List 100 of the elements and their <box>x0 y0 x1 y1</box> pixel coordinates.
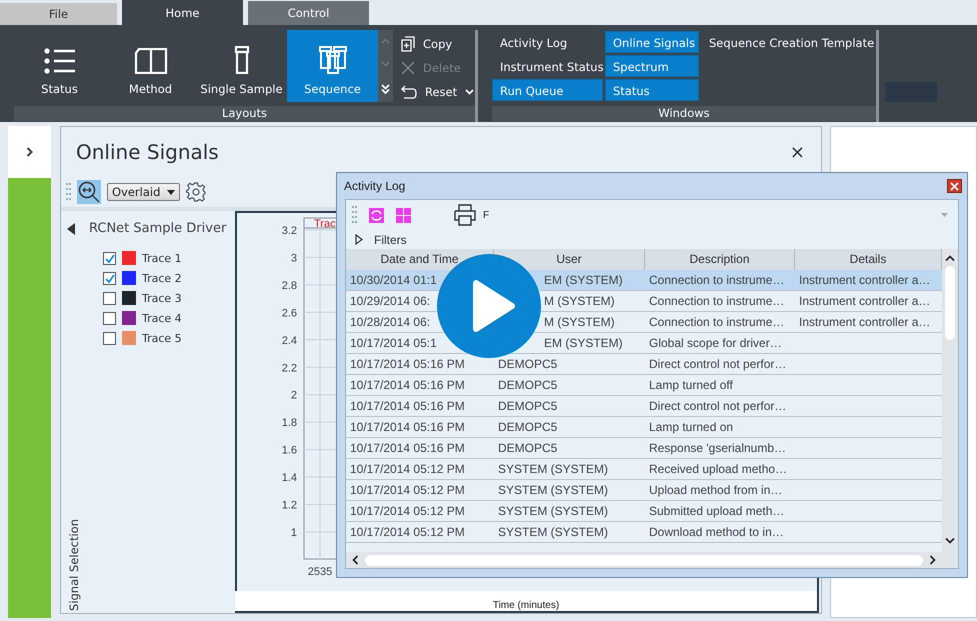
settings-icon[interactable] <box>186 182 206 202</box>
side-tab[interactable]: Signal Selection <box>67 517 81 613</box>
vial-icon <box>234 46 250 74</box>
trace-label: Trace 2 <box>142 272 182 284</box>
trace-label: Trace 3 <box>142 292 182 304</box>
ribbon-button[interactable]: Method <box>105 30 196 102</box>
table-cell-text: DEMOPC5 <box>497 398 558 415</box>
horizontal-scrollbar[interactable] <box>346 552 942 568</box>
table-cell-text: EM (SYSTEM) <box>543 335 624 352</box>
y-tick-label: 1.4 <box>282 472 297 484</box>
close-button[interactable]: × <box>790 142 805 162</box>
zoom-button[interactable] <box>77 180 101 204</box>
table-cell-text: Connection to instrume… <box>648 293 786 310</box>
table-cell-text: Connection to instrume… <box>648 272 786 289</box>
ribbon-button[interactable]: Status <box>14 30 105 102</box>
window-toggle[interactable]: Instrument Status <box>492 55 603 77</box>
scroll-thumb[interactable] <box>365 554 923 566</box>
group-label: Windows <box>492 106 876 121</box>
y-tick-label: 2 <box>290 390 297 402</box>
caret-icon <box>167 190 175 194</box>
table-cell-text: Instrument controller a… <box>798 272 932 289</box>
table-cell-text: DEMOPC5 <box>497 440 558 457</box>
table-cell-text: Received upload metho… <box>648 461 788 478</box>
panel-title: Online Signals <box>76 140 219 164</box>
list-icon <box>44 48 76 74</box>
column-header[interactable]: Description <box>645 249 795 270</box>
trace-checkbox[interactable] <box>103 332 116 344</box>
close-button[interactable] <box>947 179 962 193</box>
scroll-up-icon[interactable] <box>945 255 955 262</box>
vertical-scrollbar[interactable] <box>942 249 958 568</box>
axis-title: Time (minutes) <box>492 600 560 611</box>
ribbon-action[interactable]: Copy <box>401 34 474 53</box>
window-toggle[interactable]: Run Queue <box>492 79 603 101</box>
filters-expander[interactable]: Filters <box>346 230 958 249</box>
scroll-left-icon[interactable] <box>352 555 359 566</box>
column-header[interactable]: Details <box>795 249 942 270</box>
x-tick-label: 2535 <box>308 566 332 578</box>
copy-icon <box>401 36 415 52</box>
expand-triangle-icon <box>355 234 363 245</box>
trace-checkbox[interactable] <box>103 252 116 264</box>
table-cell-text: 10/28/2014 06: <box>349 314 432 331</box>
refresh-icon[interactable] <box>369 208 384 222</box>
table-cell-text: 10/17/2014 05:1 <box>349 335 438 352</box>
book-icon <box>134 48 168 74</box>
toolbar-text: F <box>483 210 490 220</box>
table-cell-text: DEMOPC5 <box>497 377 558 394</box>
window-toggle[interactable]: Spectrum <box>605 55 699 77</box>
trace-checkbox[interactable] <box>103 272 116 284</box>
table-cell-text: Lamp turned on <box>648 419 734 436</box>
gallery-scroll[interactable] <box>378 30 393 102</box>
ribbon-tab[interactable]: Control <box>248 1 369 25</box>
y-tick-label: 2.8 <box>282 280 297 292</box>
column-header[interactable]: User <box>494 249 645 270</box>
window-toggle[interactable]: Status <box>605 79 699 101</box>
return-arrow-icon <box>401 84 417 98</box>
table-cell-text: Instrument controller a… <box>798 293 932 310</box>
double-down-icon <box>381 84 390 94</box>
table-cell-text: Submitted upload meth… <box>648 503 786 520</box>
ribbon-action[interactable]: Reset <box>401 82 474 101</box>
table-cell-text: 10/17/2014 05:12 PM <box>349 461 466 478</box>
y-tick-label: 1.8 <box>282 417 297 430</box>
ribbon-tab[interactable]: Home <box>122 0 243 25</box>
window-toggle[interactable]: Activity Log <box>492 31 603 53</box>
ribbon-tab[interactable]: File <box>0 3 117 25</box>
scroll-thumb[interactable] <box>945 266 955 340</box>
trace-label: Trace 5 <box>142 332 182 344</box>
y-tick-label: 1.6 <box>282 444 297 457</box>
table-cell-text: EM (SYSTEM) <box>543 272 624 289</box>
ribbon-button[interactable]: Single Sample <box>196 30 287 102</box>
y-tick-label: 1.2 <box>282 500 297 512</box>
vials-icon <box>318 46 346 74</box>
scroll-right-icon[interactable] <box>929 555 936 566</box>
magnifier-icon <box>78 181 100 203</box>
legend-label: Trac <box>314 218 336 230</box>
table-cell-text: SYSTEM (SYSTEM) <box>497 503 610 520</box>
table-cell-text: Response 'gserialnumb… <box>648 440 788 457</box>
collapse-triangle-icon[interactable] <box>67 222 75 234</box>
window-toggle[interactable]: Online Signals <box>605 31 699 53</box>
table-cell-text: M (SYSTEM) <box>543 314 616 331</box>
trace-checkbox[interactable] <box>103 312 116 324</box>
table-cell-text: 10/17/2014 05:16 PM <box>349 377 466 394</box>
table-cell-text: Download method to in… <box>648 524 785 541</box>
table-cell-text: Instrument controller a… <box>798 314 932 331</box>
grid-icon[interactable] <box>396 208 411 222</box>
trace-checkbox[interactable] <box>103 292 116 304</box>
ribbon-button[interactable]: Sequence <box>287 30 378 102</box>
view-mode-dropdown[interactable]: Overlaid <box>107 183 180 201</box>
table-cell-text: SYSTEM (SYSTEM) <box>497 524 610 541</box>
y-tick-label: 3.2 <box>282 225 297 237</box>
group-label: Layouts <box>14 106 475 121</box>
scroll-down-icon[interactable] <box>945 537 955 544</box>
grip-icon <box>66 183 71 201</box>
table-cell-text: 10/29/2014 06: <box>349 293 432 310</box>
y-tick-label: 3 <box>290 252 297 264</box>
table-cell-text: 10/30/2014 01:1 <box>349 272 438 289</box>
window-toggle[interactable]: Sequence Creation Template <box>701 31 882 53</box>
printer-icon[interactable] <box>453 204 477 226</box>
table-cell-text: DEMOPC5 <box>497 356 558 373</box>
chevron-right-icon <box>26 147 33 157</box>
driver-name: RCNet Sample Driver <box>89 221 226 236</box>
